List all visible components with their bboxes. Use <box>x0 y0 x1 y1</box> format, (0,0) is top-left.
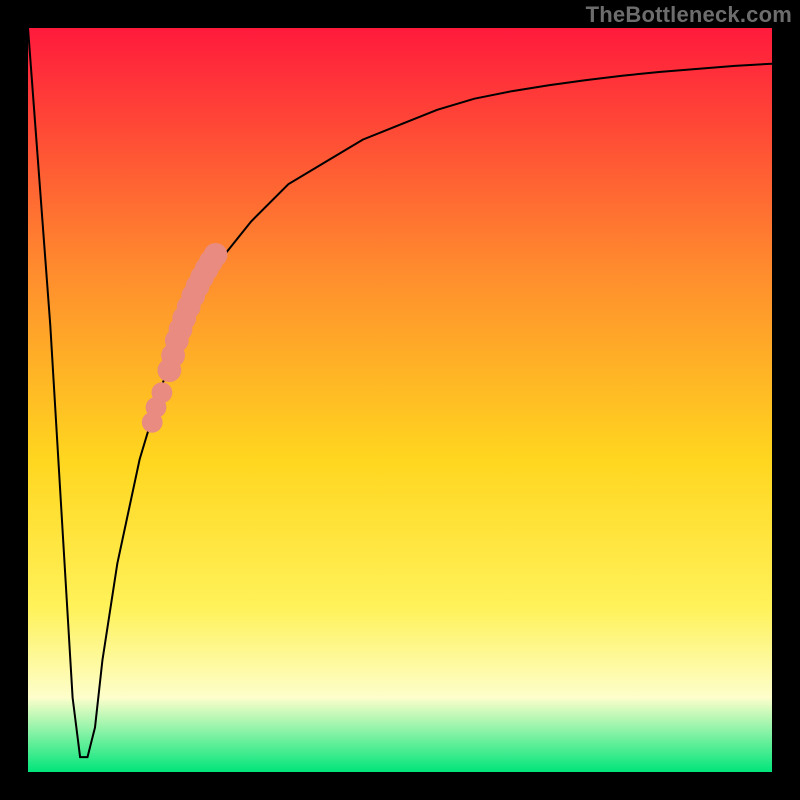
plot-area <box>28 28 772 772</box>
chart-stage: TheBottleneck.com <box>0 0 800 800</box>
watermark-text: TheBottleneck.com <box>586 2 792 28</box>
curve-marker <box>204 243 228 267</box>
curve-marker <box>152 382 173 403</box>
bottleneck-chart <box>0 0 800 800</box>
